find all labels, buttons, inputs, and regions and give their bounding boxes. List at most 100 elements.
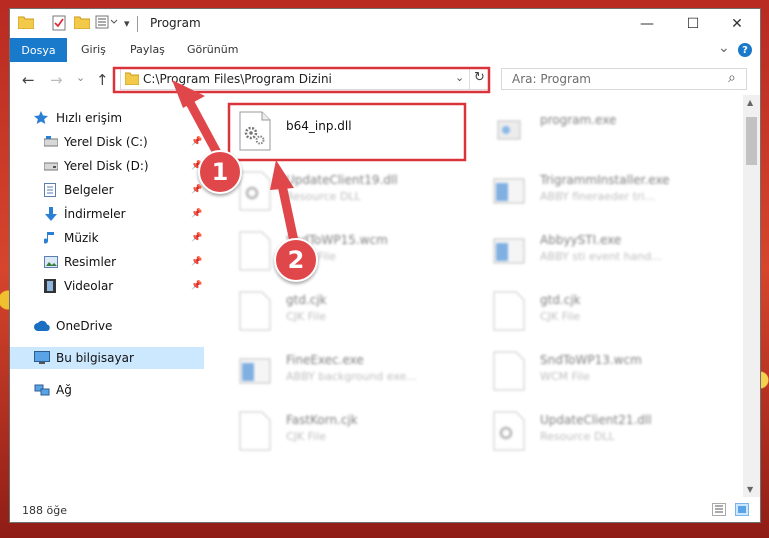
tab-view[interactable]: Görünüm: [187, 43, 238, 56]
pin-icon: 📌: [191, 233, 203, 243]
navigation-pane: Hızlı erişim Yerel Disk (C:) 📌 Yerel Dis…: [10, 95, 204, 495]
forward-button[interactable]: →: [50, 71, 63, 89]
file-name: program.exe: [540, 113, 617, 127]
sidebar-item-label: İndirmeler: [64, 207, 126, 221]
file-item[interactable]: program.exe: [484, 105, 724, 155]
recent-locations-button[interactable]: ⌄: [76, 71, 85, 84]
sidebar-item-videos[interactable]: Videolar 📌: [10, 275, 204, 297]
file-item[interactable]: FineExec.exe ABBY background exe...: [230, 345, 470, 395]
file-item[interactable]: gtd.cjk CJK File: [484, 285, 724, 335]
address-divider: [469, 69, 470, 89]
exe-icon: [492, 111, 526, 151]
navigation-bar: ← → ⌄ ↑ C:\Program Files\Program Dizini …: [10, 62, 760, 95]
search-icon[interactable]: ⌕: [728, 70, 736, 86]
file-icon: [238, 411, 272, 451]
documents-icon: [44, 183, 58, 197]
file-icon: [238, 231, 272, 271]
file-type: WCM File: [540, 370, 590, 383]
computer-icon: [34, 351, 50, 364]
ribbon-tabs: Dosya Giriş Paylaş Görünüm ⌄ ?: [10, 38, 760, 63]
file-item[interactable]: SndToWP15.wcm WCM File: [230, 225, 470, 275]
ribbon-expand-icon[interactable]: ⌄: [718, 40, 730, 56]
file-item-b64-inp-dll[interactable]: b64_inp.dll: [230, 105, 470, 155]
scroll-thumb[interactable]: [746, 117, 757, 165]
large-icons-view-icon[interactable]: [735, 503, 749, 516]
details-view-icon[interactable]: [712, 503, 726, 516]
sidebar-item-pictures[interactable]: Resimler 📌: [10, 251, 204, 273]
file-type: ABBY background exe...: [286, 370, 417, 383]
item-count: 188 öğe: [22, 504, 67, 517]
sidebar-item-label: Hızlı erişim: [56, 111, 123, 125]
scroll-up-icon[interactable]: ▲: [747, 98, 753, 107]
exe-window-icon: [492, 231, 526, 271]
file-name: TrigrammInstaller.exe: [540, 173, 670, 187]
sidebar-item-onedrive[interactable]: OneDrive: [10, 315, 204, 337]
file-type: CJK File: [286, 430, 327, 443]
file-name: FineExec.exe: [286, 353, 364, 367]
back-button[interactable]: ←: [22, 71, 35, 89]
file-item[interactable]: UpdateClient21.dll Resource DLL: [484, 405, 724, 455]
exe-window-icon: [238, 351, 272, 391]
sidebar-item-downloads[interactable]: İndirmeler 📌: [10, 203, 204, 225]
file-icon: [492, 351, 526, 391]
file-name: gtd.cjk: [540, 293, 581, 307]
sidebar-item-documents[interactable]: Belgeler 📌: [10, 179, 204, 201]
sidebar-item-local-disk-d[interactable]: Yerel Disk (D:) 📌: [10, 155, 204, 177]
star-icon: [34, 111, 48, 124]
file-type: CJK File: [286, 310, 327, 323]
exe-window-icon: [492, 171, 526, 211]
address-path: C:\Program Files\Program Dizini: [143, 72, 332, 86]
cloud-icon: [34, 320, 50, 332]
address-bar[interactable]: C:\Program Files\Program Dizini ⌄ ↻: [120, 68, 489, 90]
new-folder-icon[interactable]: [73, 15, 91, 31]
sidebar-item-quick-access[interactable]: Hızlı erişim: [10, 107, 204, 129]
file-item[interactable]: SndToWP13.wcm WCM File: [484, 345, 724, 395]
tab-file[interactable]: Dosya: [10, 38, 67, 62]
step-2-badge: 2: [274, 238, 318, 282]
drive-icon: [43, 136, 59, 148]
sidebar-item-label: Bu bilgisayar: [56, 351, 134, 365]
refresh-icon[interactable]: ↻: [474, 70, 485, 85]
pin-icon: 📌: [191, 137, 203, 147]
close-button[interactable]: ✕: [714, 9, 760, 38]
file-type: ABBY fineraeder tri...: [540, 190, 656, 203]
sidebar-item-music[interactable]: Müzik 📌: [10, 227, 204, 249]
address-folder-icon: [124, 72, 140, 88]
window-title: Program: [150, 16, 201, 30]
file-icon: [238, 291, 272, 331]
title-separator: [137, 16, 138, 32]
sidebar-item-label: Yerel Disk (D:): [64, 159, 149, 173]
file-item[interactable]: UpdateClient19.dll Resource DLL: [230, 165, 470, 215]
download-icon: [44, 207, 58, 221]
sidebar-item-local-disk-c[interactable]: Yerel Disk (C:) 📌: [10, 131, 204, 153]
sidebar-item-label: Belgeler: [64, 183, 114, 197]
drive-icon: [43, 160, 59, 172]
minimize-button[interactable]: —: [624, 9, 670, 38]
file-type: ABBY sti event hand...: [540, 250, 662, 263]
view-options-icon[interactable]: [95, 15, 119, 31]
scroll-down-icon[interactable]: ▼: [747, 485, 753, 494]
address-dropdown-icon[interactable]: ⌄: [455, 71, 464, 84]
sidebar-item-this-pc[interactable]: Bu bilgisayar: [10, 347, 204, 369]
pin-icon: 📌: [191, 281, 203, 291]
sidebar-item-network[interactable]: Ağ: [10, 379, 204, 401]
tab-home[interactable]: Giriş: [81, 43, 106, 56]
file-icon: [492, 291, 526, 331]
file-item[interactable]: AbbyySTI.exe ABBY sti event hand...: [484, 225, 724, 275]
file-item[interactable]: FastKorn.cjk CJK File: [230, 405, 470, 455]
file-type: Resource DLL: [540, 430, 615, 443]
file-name: UpdateClient19.dll: [286, 173, 398, 187]
file-item[interactable]: TrigrammInstaller.exe ABBY fineraeder tr…: [484, 165, 724, 215]
vertical-scrollbar[interactable]: ▲ ▼: [743, 95, 760, 497]
tab-share[interactable]: Paylaş: [130, 43, 165, 56]
maximize-button[interactable]: ☐: [670, 9, 716, 38]
videos-icon: [44, 279, 58, 293]
up-button[interactable]: ↑: [96, 71, 109, 89]
file-item[interactable]: gtd.cjk CJK File: [230, 285, 470, 335]
properties-icon[interactable]: [52, 15, 66, 31]
pin-icon: 📌: [191, 185, 203, 195]
file-type: CJK File: [540, 310, 581, 323]
quick-access-dropdown-icon[interactable]: ▾: [124, 17, 130, 33]
search-box[interactable]: Ara: Program ⌕: [501, 68, 747, 90]
help-icon[interactable]: ?: [738, 43, 752, 57]
